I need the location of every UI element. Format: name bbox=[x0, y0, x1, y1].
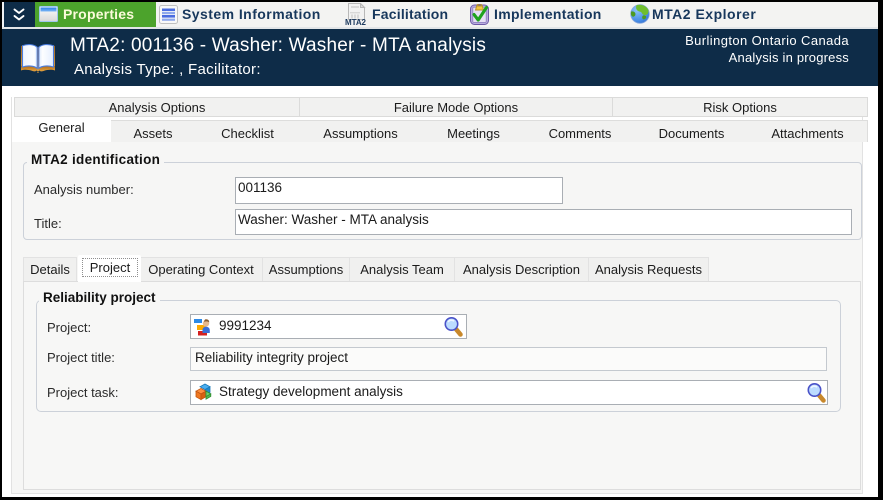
svg-text:MTA2: MTA2 bbox=[345, 18, 367, 26]
